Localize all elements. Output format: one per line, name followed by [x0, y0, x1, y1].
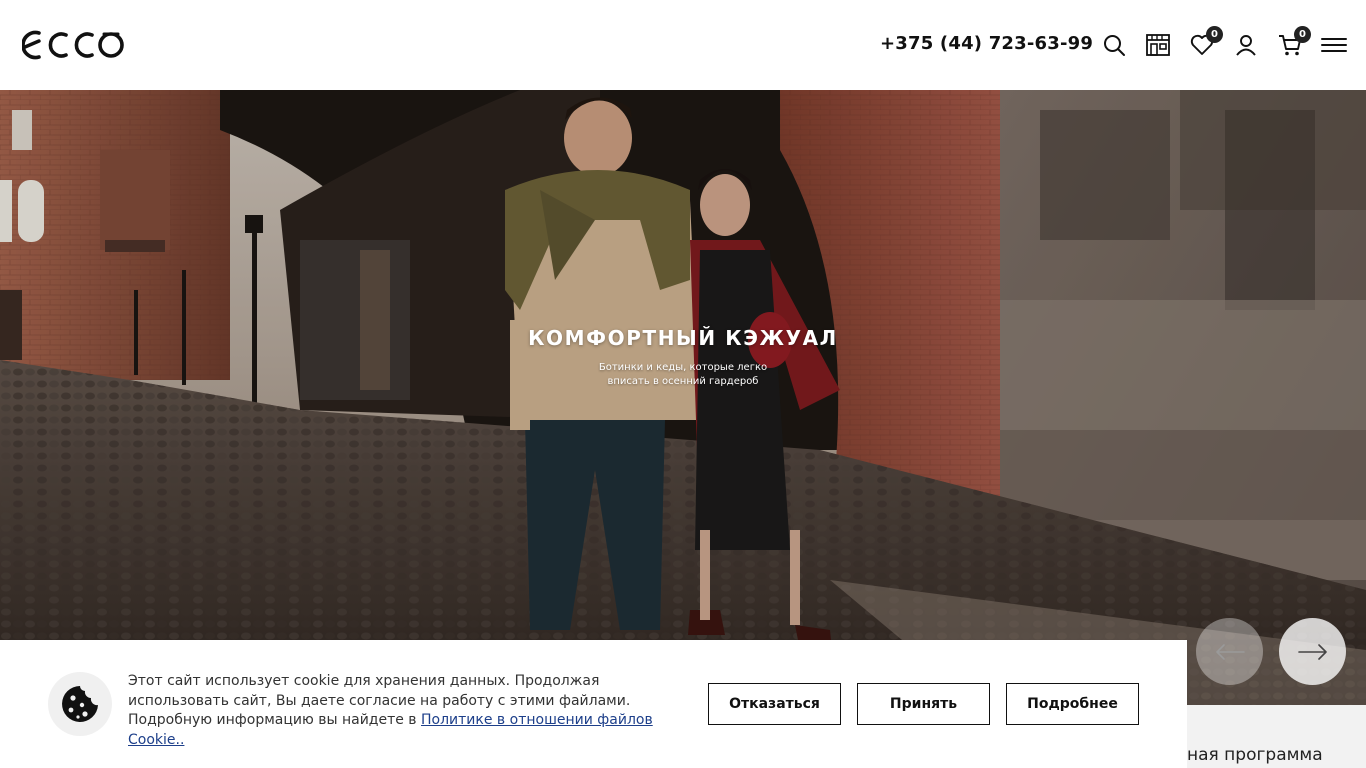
- account-icon[interactable]: [1233, 32, 1259, 58]
- store-icon[interactable]: [1145, 32, 1171, 58]
- arrow-right-icon: [1297, 643, 1327, 660]
- hero-image: [0, 90, 1366, 705]
- carousel-prev-button[interactable]: [1196, 618, 1263, 685]
- loyalty-program-text[interactable]: ная программа: [1187, 745, 1323, 765]
- cart-count-badge: 0: [1294, 26, 1311, 43]
- cookie-icon: [48, 672, 112, 736]
- carousel-next-button[interactable]: [1279, 618, 1346, 685]
- wishlist-icon[interactable]: 0: [1189, 26, 1223, 58]
- cookie-message: Этот сайт использует cookie для хранения…: [128, 672, 683, 750]
- cart-icon[interactable]: 0: [1277, 26, 1311, 58]
- hero-subtitle: Ботинки и кеды, которые легко вписать в …: [583, 361, 783, 389]
- accept-button[interactable]: Принять: [857, 683, 990, 725]
- hero-subtitle-line-2: вписать в осенний гардероб: [607, 376, 759, 387]
- hero-title: КОМФОРТНЫЙ КЭЖУАЛ: [528, 326, 838, 350]
- decline-button[interactable]: Отказаться: [708, 683, 841, 725]
- more-info-button[interactable]: Подробнее: [1006, 683, 1139, 725]
- hero-banner[interactable]: КОМФОРТНЫЙ КЭЖУАЛ Ботинки и кеды, которы…: [0, 90, 1366, 705]
- menu-icon[interactable]: [1321, 32, 1347, 58]
- hero-subtitle-line-1: Ботинки и кеды, которые легко: [598, 362, 768, 373]
- site-header: +375 (44) 723-63-99 0 0: [0, 0, 1366, 90]
- phone-number[interactable]: +375 (44) 723-63-99: [880, 33, 1093, 54]
- ecco-logo[interactable]: [21, 28, 126, 62]
- cookie-banner: Этот сайт использует cookie для хранения…: [0, 640, 1187, 768]
- search-icon[interactable]: [1101, 32, 1127, 58]
- wishlist-count-badge: 0: [1206, 26, 1223, 43]
- arrow-left-icon: [1215, 643, 1245, 660]
